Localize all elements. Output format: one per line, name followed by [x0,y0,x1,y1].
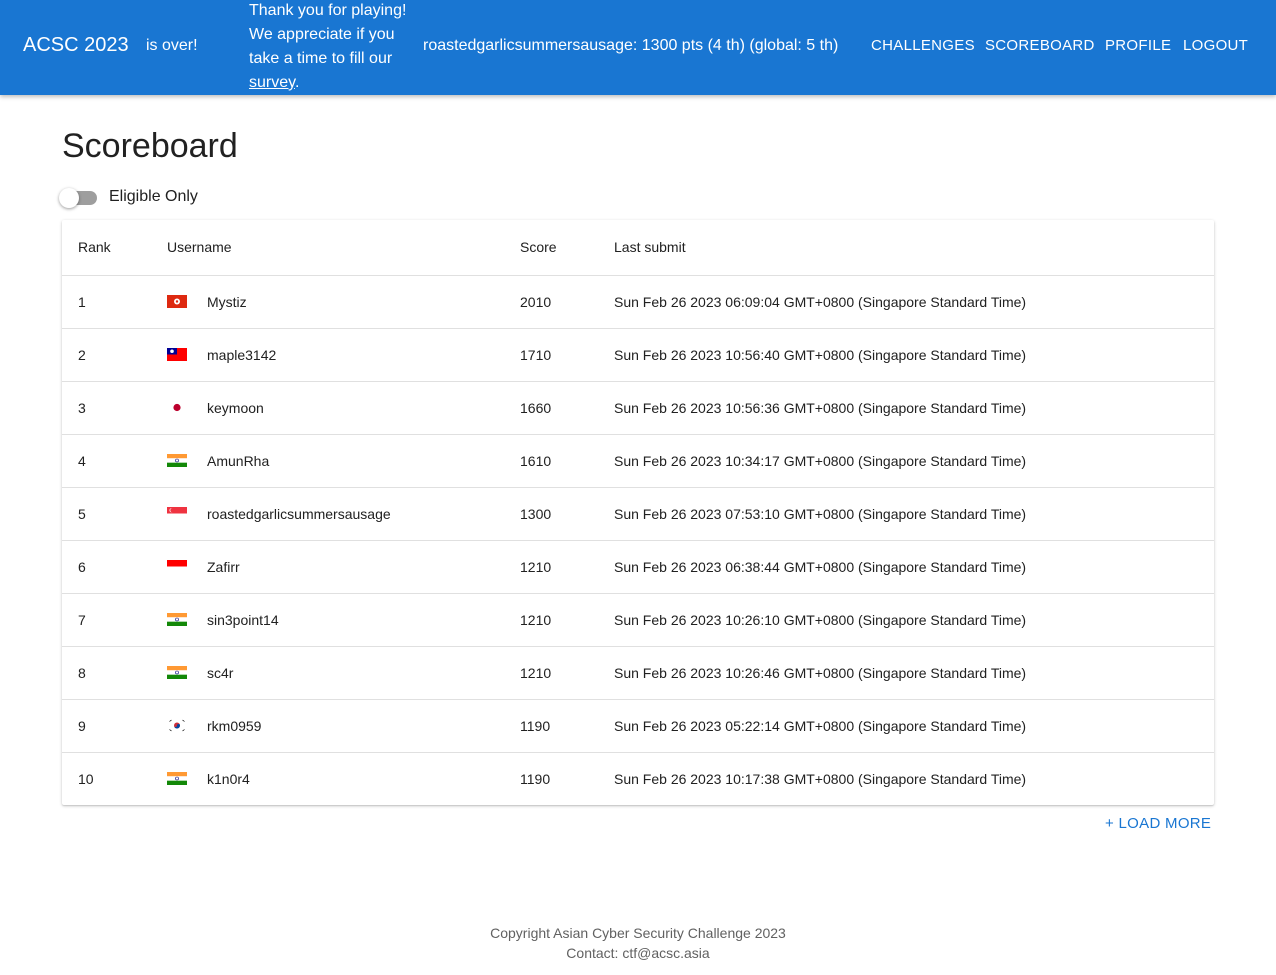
score-cell: 1300 [520,506,552,522]
footer-contact: Contact: ctf@acsc.asia [566,945,710,961]
score-cell: 1210 [520,559,552,575]
nav-profile[interactable]: PROFILE [1105,37,1171,54]
table-row: 1 Mystiz 2010 Sun Feb 26 2023 06:09:04 GMT+… [62,276,1214,329]
username-cell[interactable]: Mystiz [207,276,247,328]
in-flag-icon [167,666,187,679]
rank-cell: 6 [78,559,86,575]
score-cell: 1190 [520,718,551,734]
last-submit-cell: Sun Feb 26 2023 06:38:44 GMT+0800 (Singa… [614,559,1027,575]
header-username[interactable]: Username [167,220,232,275]
header-rank[interactable]: Rank [78,220,111,275]
last-submit-cell: Sun Feb 26 2023 10:26:10 GMT+0800 (Singa… [614,612,1027,628]
username-cell[interactable]: Zafirr [207,541,240,593]
score-cell: 1660 [520,400,552,416]
rank-cell: 5 [78,506,86,522]
rank-cell: 3 [78,400,86,416]
tw-flag-icon [167,348,187,361]
thanks-message: Thank you for playing! We appreciate if … [249,0,419,95]
last-submit-cell: Sun Feb 26 2023 10:26:46 GMT+0800 (Singa… [614,665,1027,681]
score-cell: 1710 [520,347,552,363]
table-row: 8 sc4r 1210 Sun Feb 26 2023 10:26:46 GMT+08… [62,647,1214,700]
jp-flag-icon [167,401,187,414]
hk-flag-icon [167,295,187,308]
username-cell[interactable]: sin3point14 [207,594,279,646]
last-submit-cell: Sun Feb 26 2023 06:09:04 GMT+0800 (Singa… [614,294,1027,310]
last-submit-cell: Sun Feb 26 2023 10:17:38 GMT+0800 (Singa… [614,771,1027,787]
in-flag-icon [167,613,187,626]
rank-cell: 8 [78,665,86,681]
nav-challenges[interactable]: CHALLENGES [871,37,975,54]
brand-title[interactable]: ACSC 2023 [23,34,129,57]
rank-cell: 2 [78,347,86,363]
rank-cell: 1 [78,294,86,310]
username-cell[interactable]: sc4r [207,647,233,699]
user-score-info: roastedgarlicsummersausage: 1300 pts (4 … [423,37,839,54]
username-cell[interactable]: maple3142 [207,329,276,381]
header-last-submit[interactable]: Last submit [614,220,686,275]
table-row: 10 k1n0r4 1190 Sun Feb 26 2023 10:17:38 GMT… [62,753,1214,805]
table-row: 3 keymoon 1660 Sun Feb 26 2023 10:56:36 GMT… [62,382,1214,435]
score-cell: 1610 [520,453,552,469]
rank-cell: 10 [78,771,94,787]
table-row: 2 maple3142 1710 Sun Feb 26 2023 10:56:40 G… [62,329,1214,382]
last-submit-cell: Sun Feb 26 2023 07:53:10 GMT+0800 (Singa… [614,506,1027,522]
thanks-text: Thank you for playing! We appreciate if … [249,2,407,67]
table-row: 4 AmunRha 1610 Sun Feb 26 2023 10:34:17 GMT… [62,435,1214,488]
eligible-only-toggle[interactable]: Eligible Only [59,187,198,208]
last-submit-cell: Sun Feb 26 2023 10:34:17 GMT+0800 (Singa… [614,453,1027,469]
header-score[interactable]: Score [520,220,557,275]
table-row: 7 sin3point14 1210 Sun Feb 26 2023 10:26:10… [62,594,1214,647]
username-cell[interactable]: keymoon [207,382,264,434]
id-flag-icon [167,560,187,573]
load-more-button[interactable]: + LOAD MORE [1105,815,1211,832]
username-cell[interactable]: AmunRha [207,435,269,487]
score-cell: 1210 [520,612,552,628]
in-flag-icon [167,454,187,467]
username-cell[interactable]: rkm0959 [207,700,261,752]
last-submit-cell: Sun Feb 26 2023 05:22:14 GMT+0800 (Singa… [614,718,1027,734]
table-header: Rank Username Score Last submit [62,220,1214,276]
nav-scoreboard[interactable]: SCOREBOARD [985,37,1095,54]
score-cell: 1210 [520,665,552,681]
toggle-track[interactable] [59,187,97,208]
rank-cell: 9 [78,718,86,734]
toggle-knob[interactable] [59,187,79,208]
sg-flag-icon [167,507,187,520]
username-cell[interactable]: k1n0r4 [207,753,250,805]
kr-flag-icon [167,719,187,732]
username-cell[interactable]: roastedgarlicsummersausage [207,488,391,540]
rank-cell: 4 [78,453,86,469]
last-submit-cell: Sun Feb 26 2023 10:56:36 GMT+0800 (Singa… [614,400,1027,416]
table-row: 6 Zafirr 1210 Sun Feb 26 2023 06:38:44 GMT+… [62,541,1214,594]
last-submit-cell: Sun Feb 26 2023 10:56:40 GMT+0800 (Singa… [614,347,1027,363]
toggle-label: Eligible Only [109,188,198,205]
scoreboard-table: Rank Username Score Last submit 1 Mystiz 2… [62,220,1214,805]
app-bar: ACSC 2023 is over! Thank you for playing… [0,0,1276,95]
table-row: 5 roastedgarlicsummersausage 1300 Sun Feb 2… [62,488,1214,541]
contest-status: is over! [146,37,198,54]
score-cell: 1190 [520,771,551,787]
footer-copyright: Copyright Asian Cyber Security Challenge… [490,925,786,941]
score-cell: 2010 [520,294,552,310]
in-flag-icon [167,772,187,785]
survey-link[interactable]: survey [249,74,295,91]
table-row: 9 rkm0959 1190 Sun Feb 26 2023 05:22:14 GMT… [62,700,1214,753]
page-title: Scoreboard [62,127,238,165]
thanks-suffix: . [294,74,300,91]
rank-cell: 7 [78,612,86,628]
nav-logout[interactable]: LOGOUT [1183,37,1248,54]
